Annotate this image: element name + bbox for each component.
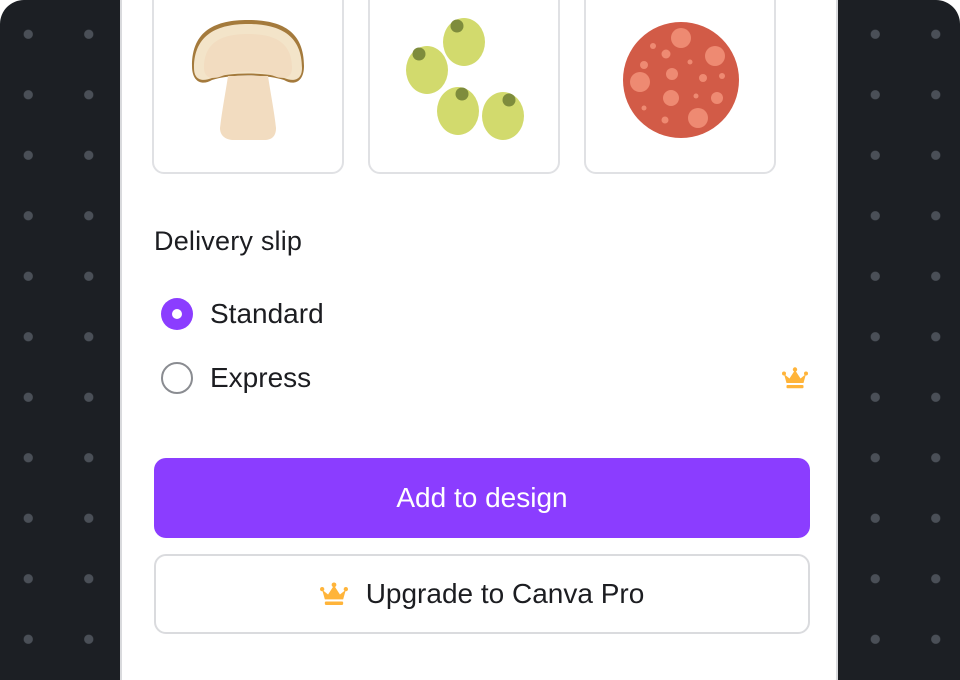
radio-button-express[interactable]: [161, 362, 193, 394]
canvas-backdrop: Delivery slip Standard Express Add to de…: [0, 0, 960, 680]
topping-tile-mushroom[interactable]: [152, 0, 344, 174]
olives-icon: [406, 18, 524, 140]
delivery-section-title: Delivery slip: [154, 226, 303, 256]
pepperoni-icon: [623, 22, 739, 138]
radio-button-standard[interactable]: [161, 298, 193, 330]
delivery-option-label: Standard: [210, 298, 324, 329]
add-to-design-label: Add to design: [396, 482, 568, 513]
delivery-option-label: Express: [210, 362, 312, 393]
upgrade-to-pro-button[interactable]: Upgrade to Canva Pro: [154, 554, 810, 634]
app-panel: Delivery slip Standard Express Add to de…: [120, 0, 838, 680]
crown-icon: [319, 581, 348, 607]
upgrade-to-pro-label: Upgrade to Canva Pro: [365, 578, 645, 609]
add-to-design-button[interactable]: Add to design: [154, 458, 810, 538]
topping-tile-pepperoni[interactable]: [584, 0, 776, 174]
delivery-option-standard[interactable]: Standard: [154, 290, 810, 338]
topping-tile-olives[interactable]: [368, 0, 560, 174]
crown-icon: [782, 366, 808, 395]
mushroom-icon: [192, 20, 304, 140]
delivery-option-express[interactable]: Express: [154, 354, 810, 402]
